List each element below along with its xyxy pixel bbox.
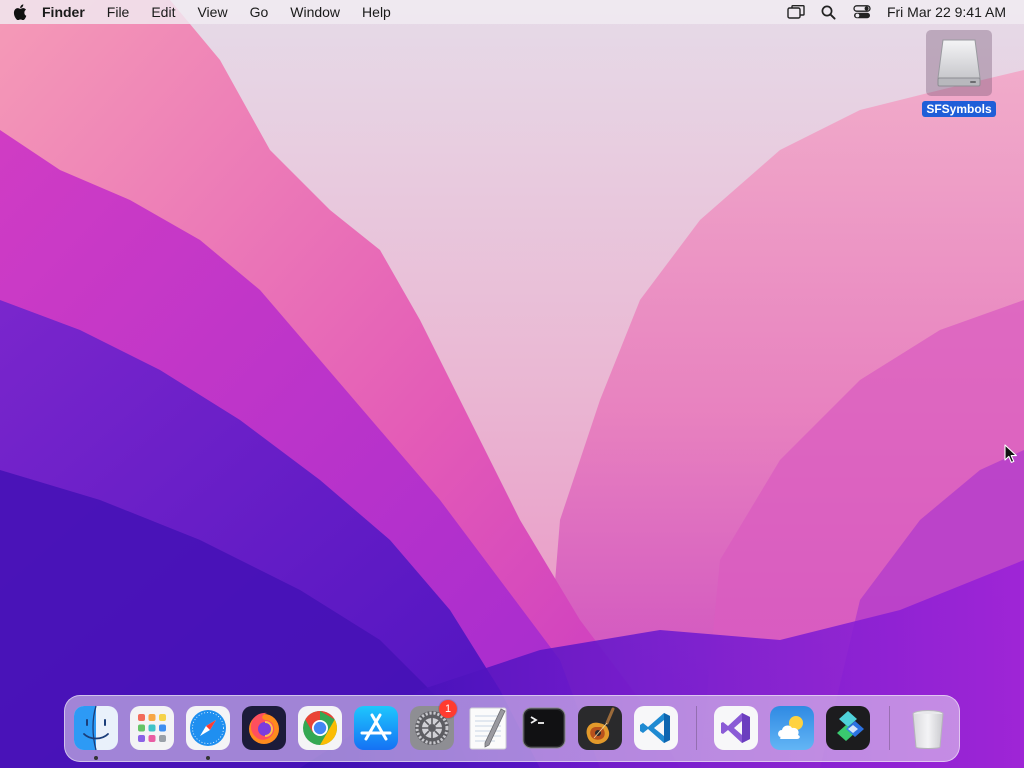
menu-bar: Finder File Edit View Go Window Help Fri…: [0, 0, 1024, 24]
dock-item-app-store[interactable]: [353, 705, 399, 751]
terminal-icon: [522, 707, 566, 749]
finder-icon: [74, 705, 118, 751]
desktop[interactable]: Finder File Edit View Go Window Help Fri…: [0, 0, 1024, 768]
menu-bar-clock[interactable]: Fri Mar 22 9:41 AM: [887, 4, 1006, 20]
control-center-icon[interactable]: [851, 0, 873, 24]
menu-edit[interactable]: Edit: [140, 0, 186, 24]
desktop-item-icon-box: [926, 30, 992, 96]
dock-item-finder[interactable]: [73, 705, 119, 751]
dock: 1: [64, 695, 960, 762]
launchpad-icon: [130, 706, 174, 750]
dock-item-safari[interactable]: [185, 705, 231, 751]
notification-badge: 1: [439, 700, 457, 718]
dock-separator: [889, 706, 890, 750]
menu-help[interactable]: Help: [351, 0, 402, 24]
menu-bar-status-area: Fri Mar 22 9:41 AM: [774, 0, 1024, 24]
dock-item-system-settings[interactable]: 1: [409, 700, 457, 751]
dock-item-chrome[interactable]: [297, 705, 343, 751]
dock-item-firefox[interactable]: [241, 705, 287, 751]
dock-separator: [696, 706, 697, 750]
menu-view[interactable]: View: [186, 0, 238, 24]
dock-item-terminal[interactable]: [521, 705, 567, 751]
screen-mirroring-icon[interactable]: [785, 0, 807, 24]
textedit-icon: [469, 707, 507, 750]
dock-item-trash[interactable]: [905, 705, 951, 751]
menu-app-name[interactable]: Finder: [40, 0, 96, 24]
dock-item-vscode[interactable]: [633, 705, 679, 751]
menu-go[interactable]: Go: [239, 0, 280, 24]
shortcuts-icon: [826, 706, 870, 750]
visual-studio-icon: [714, 706, 758, 750]
dock-running-indicator: [94, 756, 98, 760]
trash-icon: [912, 710, 944, 749]
dock-item-visual-studio[interactable]: [713, 705, 759, 751]
vscode-icon: [634, 706, 678, 750]
wallpaper: [0, 0, 1024, 768]
chrome-icon: [298, 706, 342, 750]
external-drive-icon: [937, 39, 981, 87]
spotlight-search-icon[interactable]: [818, 0, 840, 24]
dock-item-textedit[interactable]: [465, 705, 511, 751]
app-store-icon: [354, 706, 398, 750]
apple-logo-icon[interactable]: [0, 0, 40, 24]
weather-icon: [770, 706, 814, 750]
dock-item-launchpad[interactable]: [129, 705, 175, 751]
dock-item-garageband[interactable]: [577, 705, 623, 751]
safari-icon: [186, 706, 230, 750]
desktop-item-label: SFSymbols: [922, 101, 996, 117]
dock-item-weather[interactable]: [769, 705, 815, 751]
menu-window[interactable]: Window: [279, 0, 351, 24]
mouse-cursor-icon: [1004, 444, 1017, 463]
firefox-icon: [242, 706, 286, 750]
menu-file[interactable]: File: [96, 0, 141, 24]
desktop-item-sfsymbols[interactable]: SFSymbols: [918, 30, 1000, 117]
dock-running-indicator: [206, 756, 210, 760]
garageband-icon: [578, 706, 622, 750]
dock-item-shortcuts[interactable]: [825, 705, 871, 751]
